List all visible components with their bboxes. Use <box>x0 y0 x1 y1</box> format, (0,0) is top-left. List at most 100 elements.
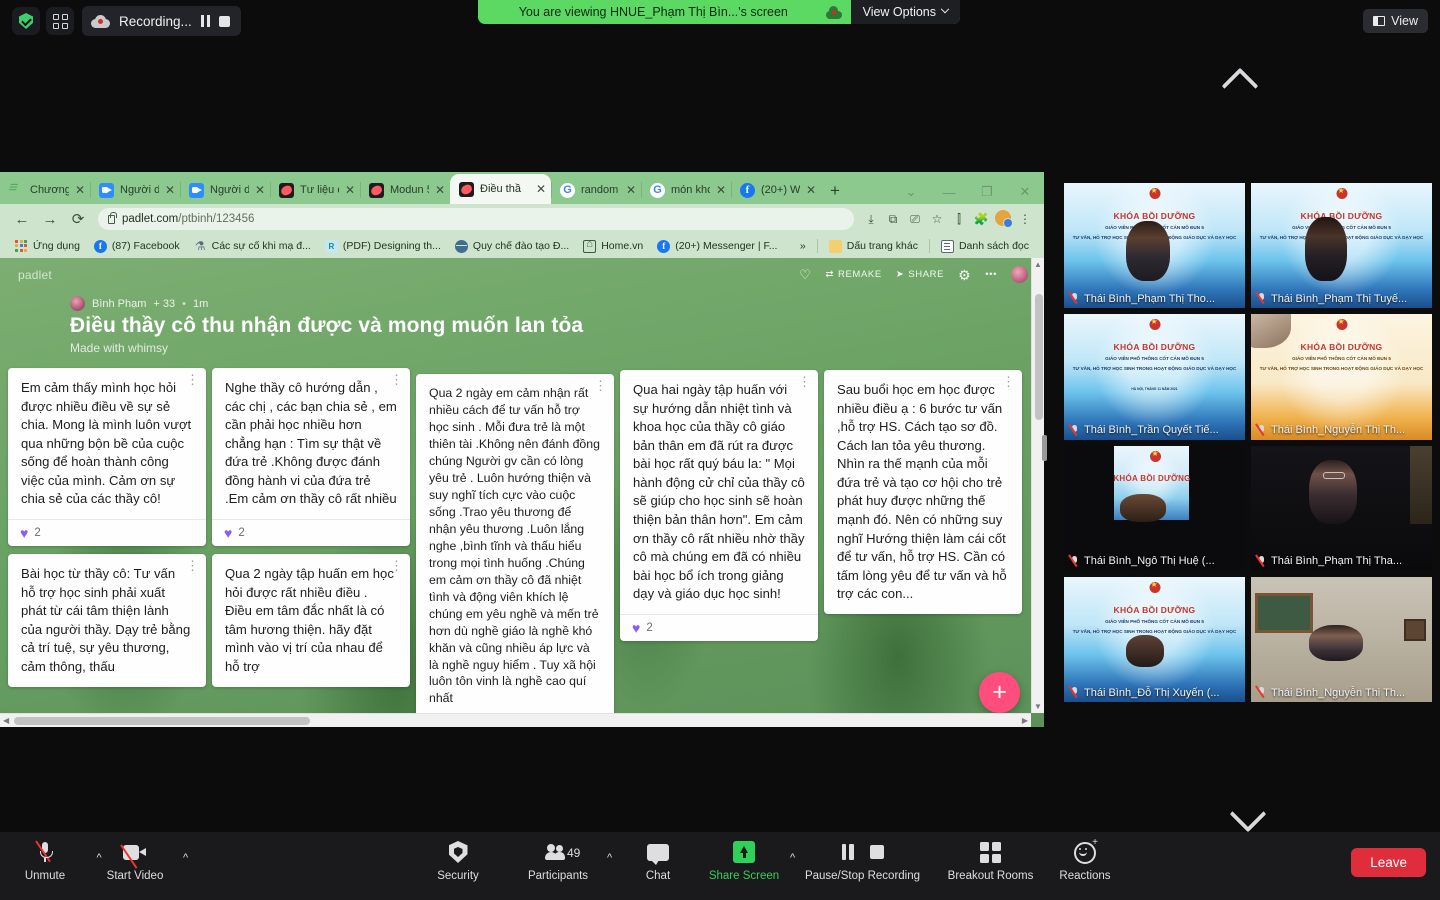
bookmark-item[interactable]: f (87) Facebook <box>87 239 187 253</box>
more-options-icon[interactable]: ••• <box>985 269 997 280</box>
maximize-button[interactable]: ❐ <box>968 184 1006 200</box>
security-shield-button[interactable] <box>12 7 40 35</box>
browser-tab[interactable]: Người dù ✕ <box>90 176 180 204</box>
close-icon[interactable]: ✕ <box>345 183 355 197</box>
padlet-note[interactable]: ⋮ Sau buổi học em học được nhiều điều ạ … <box>824 370 1022 614</box>
scroll-up-icon[interactable]: ▲ <box>1032 260 1044 269</box>
profile-avatar[interactable] <box>992 209 1014 229</box>
close-icon[interactable]: ✕ <box>255 183 265 197</box>
favorite-button[interactable]: ♡ <box>799 268 811 281</box>
install-icon[interactable]: ⤓ <box>860 212 882 227</box>
participant-tile[interactable]: Thái Bình_Phạm Thị Tha... <box>1251 445 1432 571</box>
pause-icon[interactable] <box>841 844 854 860</box>
add-post-button[interactable]: + <box>979 672 1020 713</box>
view-options-button[interactable]: View Options <box>850 0 960 24</box>
padlet-note[interactable]: ⋮ Qua 2 ngày em cảm nhận rất nhiều cách … <box>416 374 614 727</box>
cast-icon[interactable]: ⎚ <box>904 212 926 227</box>
note-menu-icon[interactable]: ⋮ <box>186 373 199 386</box>
participant-tile[interactable]: KHÓA BỒI DƯỠNG GIÁO VIÊN PHỔ THÔNG CỐT C… <box>1251 314 1432 440</box>
participants-caret[interactable]: ^ <box>607 852 612 864</box>
pause-recording-icon[interactable] <box>200 15 211 27</box>
padlet-note[interactable]: ⋮ Qua hai ngày tập huấn với sự hướng dẫn… <box>620 370 818 641</box>
padlet-note[interactable]: ⋮ Qua 2 ngày tập huấn em học hỏi được rấ… <box>212 554 410 687</box>
reactions-button[interactable]: + Reactions <box>1042 838 1128 883</box>
bookmark-item[interactable]: Home.vn <box>576 238 650 253</box>
note-footer[interactable]: ♥ 2 <box>8 519 206 546</box>
note-menu-icon[interactable]: ⋮ <box>390 559 403 572</box>
back-icon[interactable]: ← <box>8 211 36 228</box>
participant-tile[interactable]: KHÓA BỒI DƯỠNG Thái Bình_Ngô Thị Huệ (..… <box>1064 445 1245 571</box>
participant-tile[interactable]: KHÓA BỒI DƯỠNG GIÁO VIÊN PHỔ THÔNG CỐT C… <box>1064 314 1245 440</box>
bookmarks-overflow-button[interactable]: » <box>793 240 813 252</box>
grid-view-button[interactable] <box>46 7 74 35</box>
participant-tile[interactable]: KHÓA BỒI DƯỠNG GIÁO VIÊN PHỔ THÔNG CỐT C… <box>1064 183 1245 309</box>
scroll-up-chevron-icon[interactable] <box>1227 70 1261 88</box>
note-menu-icon[interactable]: ⋮ <box>186 559 199 572</box>
browser-tab[interactable]: G random ✕ <box>551 176 641 204</box>
horizontal-scrollbar[interactable]: ◀ ▶ <box>0 713 1031 727</box>
remake-button[interactable]: ⇄ REMAKE <box>825 269 881 280</box>
user-avatar[interactable] <box>1011 266 1028 283</box>
vertical-scroll-thumb[interactable] <box>1034 294 1043 420</box>
security-button[interactable]: Security <box>415 838 501 882</box>
browser-tab[interactable]: G món kho ✕ <box>641 176 731 204</box>
bookmark-star-icon[interactable]: ☆ <box>926 212 948 226</box>
chrome-menu-icon[interactable]: ⋮ <box>1014 212 1036 226</box>
forward-icon[interactable]: → <box>36 211 64 228</box>
address-bar[interactable]: padlet.com/ptbinh/123456 <box>98 208 854 230</box>
close-icon[interactable]: ✕ <box>435 183 445 197</box>
reading-list-button[interactable]: Danh sách đọc <box>934 239 1036 253</box>
participants-button[interactable]: 49 ^ Participants <box>515 838 612 882</box>
scroll-down-icon[interactable]: ▼ <box>1032 702 1044 711</box>
close-icon[interactable]: ✕ <box>716 183 726 197</box>
new-tab-button[interactable]: + <box>821 181 849 204</box>
note-footer[interactable]: ♥ 2 <box>212 519 410 546</box>
close-icon[interactable]: ✕ <box>806 183 816 197</box>
heart-icon[interactable]: ♥ <box>632 621 640 635</box>
note-menu-icon[interactable]: ⋮ <box>1002 375 1015 388</box>
browser-tab[interactable]: Modun 5 ✕ <box>360 176 450 204</box>
vertical-scrollbar[interactable]: ▲ ▼ <box>1031 258 1044 713</box>
stop-icon[interactable] <box>869 845 884 859</box>
share-screen-button[interactable]: ^ Share Screen <box>701 838 795 882</box>
recording-indicator-pill[interactable]: Recording... <box>82 6 242 36</box>
heart-icon[interactable]: ♥ <box>224 526 232 540</box>
browser-tab[interactable]: Chương ✕ <box>0 176 90 204</box>
padlet-note[interactable]: ⋮ Bài học từ thầy cô: Tư vấn hỗ trợ học … <box>8 554 206 687</box>
close-icon[interactable]: ✕ <box>75 183 85 197</box>
tab-search-chevron-icon[interactable]: ⌄ <box>892 184 930 200</box>
horizontal-scroll-thumb[interactable] <box>14 717 310 725</box>
scroll-right-icon[interactable]: ▶ <box>1022 716 1028 725</box>
breakout-rooms-button[interactable]: Breakout Rooms <box>938 838 1043 882</box>
scroll-down-chevron-icon[interactable] <box>1227 812 1261 830</box>
gear-icon[interactable]: ⚙ <box>958 268 971 282</box>
other-bookmarks-folder[interactable]: Dấu trang khác <box>822 239 925 253</box>
split-icon[interactable]: ⫿ <box>948 212 970 227</box>
bookmark-item[interactable]: Ứng dụng <box>8 239 87 253</box>
close-icon[interactable]: ✕ <box>536 182 546 196</box>
bookmark-item[interactable]: Quy chế đào tạo Đ... <box>448 239 576 253</box>
video-options-caret[interactable]: ^ <box>183 852 188 864</box>
padlet-note[interactable]: ⋮ Nghe thầy cô hướng dẫn , các chị , các… <box>212 368 410 547</box>
view-button[interactable]: View <box>1363 9 1428 33</box>
chat-button[interactable]: Chat <box>615 838 701 882</box>
reload-icon[interactable]: ⟳ <box>64 210 92 228</box>
browser-tab[interactable]: Tư liệu d ✕ <box>270 176 360 204</box>
padlet-note[interactable]: ⋮ Em cảm thấy mình học hỏi được nhiều đi… <box>8 368 206 547</box>
stop-recording-icon[interactable] <box>219 15 231 27</box>
bookmark-item[interactable]: f (20+) Messenger | F... <box>650 239 784 253</box>
note-menu-icon[interactable]: ⋮ <box>798 375 811 388</box>
scroll-left-icon[interactable]: ◀ <box>3 716 9 725</box>
close-icon[interactable]: ✕ <box>626 183 636 197</box>
heart-icon[interactable]: ♥ <box>20 526 28 540</box>
participant-tile[interactable]: KHÓA BỒI DƯỠNG GIÁO VIÊN PHỔ THÔNG CỐT C… <box>1251 183 1432 309</box>
bookmark-item[interactable]: ⚗ Các sự cố khi mạ đ... <box>187 239 318 253</box>
close-icon[interactable]: ✕ <box>165 183 175 197</box>
browser-tab-active[interactable]: Điều thầ ✕ <box>450 174 551 204</box>
participant-tile[interactable]: KHÓA BỒI DƯỠNG GIÁO VIÊN PHỔ THÔNG CỐT C… <box>1064 576 1245 702</box>
browser-tab[interactable]: Người dù ✕ <box>180 176 270 204</box>
panel-resize-handle[interactable] <box>1042 435 1047 461</box>
start-video-button[interactable]: ^ Start Video <box>92 838 188 882</box>
share-button[interactable]: ➤ SHARE <box>896 269 944 280</box>
pause-stop-recording-button[interactable]: Pause/Stop Recording <box>795 838 930 882</box>
